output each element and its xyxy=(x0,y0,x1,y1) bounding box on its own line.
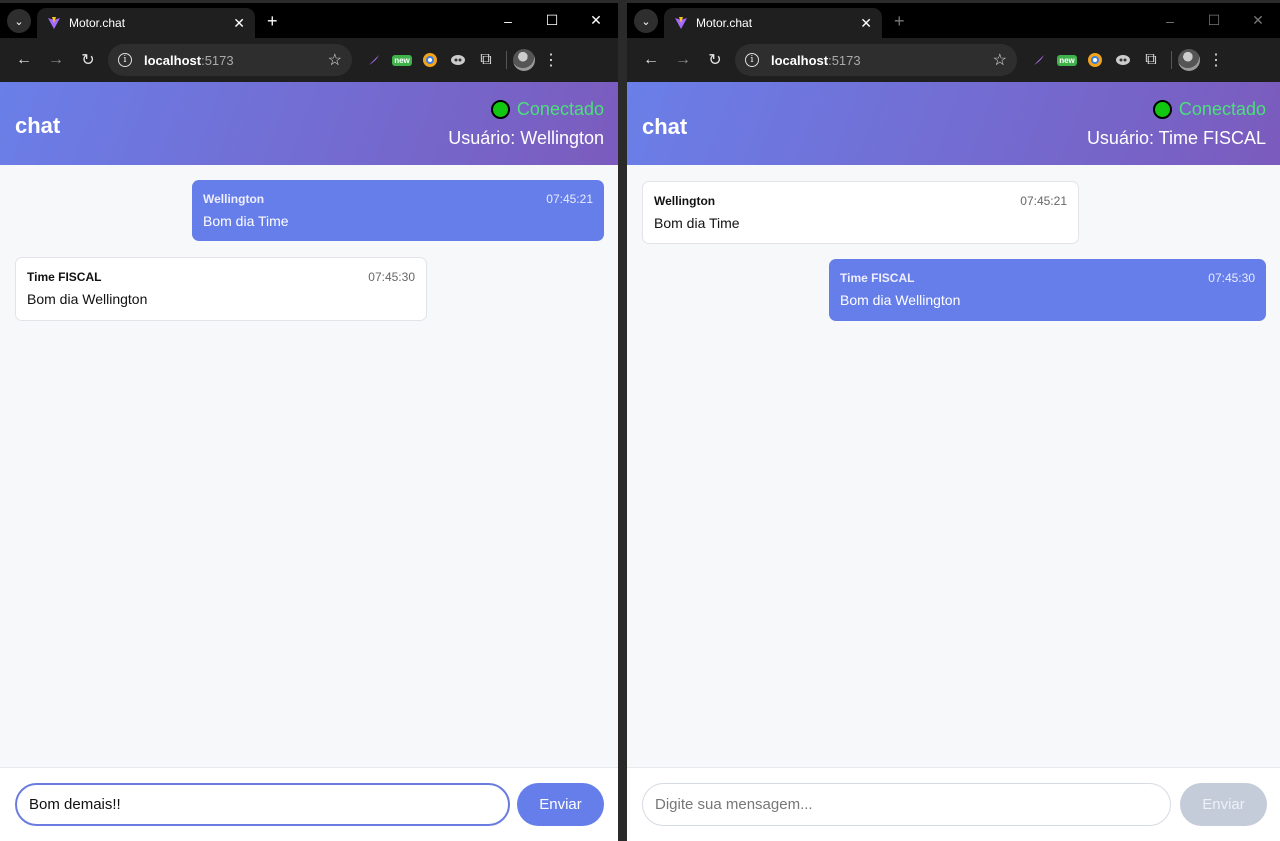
reload-button[interactable]: ↻ xyxy=(72,44,104,76)
tab-motor-chat[interactable]: Motor.chat ✕ xyxy=(37,8,255,38)
status-text: Conectado xyxy=(1178,99,1266,119)
forward-button[interactable]: → xyxy=(667,44,699,76)
message-input[interactable] xyxy=(15,783,510,826)
chat-header: chat Conectado Usuário: Time FISCAL xyxy=(627,82,1280,165)
message-sender: Wellington xyxy=(203,192,265,206)
message-sender: Time FISCAL xyxy=(840,271,915,285)
tab-title: Motor.chat xyxy=(696,16,753,30)
window-controls: – ☐ ✕ xyxy=(1148,3,1280,38)
close-window-button[interactable]: ✕ xyxy=(1236,12,1280,29)
color-extension-icon[interactable] xyxy=(1081,46,1109,74)
send-button-disabled[interactable]: Enviar xyxy=(1180,783,1267,826)
status-dot-icon xyxy=(490,100,510,119)
minimize-button[interactable]: – xyxy=(486,13,530,29)
message-composer: Enviar xyxy=(0,767,618,841)
browser-menu-icon[interactable]: ⋮ xyxy=(1200,44,1232,76)
profile-avatar[interactable] xyxy=(513,49,535,71)
back-button[interactable]: ← xyxy=(8,44,40,76)
tab-strip: ⌄ Motor.chat ✕ + – ☐ ✕ xyxy=(627,3,1280,38)
dev-extension-icon[interactable] xyxy=(1109,46,1137,74)
message-bubble: Time FISCAL 07:45:30 Bom dia Wellington xyxy=(15,257,427,321)
extensions-puzzle-icon[interactable]: ⧉ xyxy=(472,46,500,74)
url-port: :5173 xyxy=(201,52,234,68)
browser-window-left: ⌄ Motor.chat ✕ + – ☐ ✕ ← → ↻ i localhost… xyxy=(0,3,618,841)
message-bubble: Time FISCAL 07:45:30 Bom dia Wellington xyxy=(829,259,1266,321)
tab-strip: ⌄ Motor.chat ✕ + – ☐ ✕ xyxy=(0,3,618,38)
message-time: 07:45:30 xyxy=(368,270,415,284)
new-extension-icon[interactable]: new xyxy=(388,46,416,74)
url-port: :5173 xyxy=(828,52,861,68)
bookmark-star-icon[interactable]: ☆ xyxy=(993,50,1007,70)
dev-extension-icon[interactable] xyxy=(444,46,472,74)
message-bubble: Wellington 07:45:21 Bom dia Time xyxy=(192,180,604,241)
address-bar[interactable]: i localhost :5173 ☆ xyxy=(108,44,352,76)
site-info-icon[interactable]: i xyxy=(118,53,132,67)
bookmark-star-icon[interactable]: ☆ xyxy=(328,50,342,70)
message-composer: Enviar xyxy=(627,767,1280,841)
browser-toolbar: ← → ↻ i localhost :5173 ☆ new ⧉ ⋮ xyxy=(627,38,1280,82)
message-list: Wellington 07:45:21 Bom dia Time Time FIS… xyxy=(0,165,618,768)
message-time: 07:45:30 xyxy=(1208,271,1255,285)
feather-extension-icon[interactable] xyxy=(1025,46,1053,74)
url-host: localhost xyxy=(144,52,202,68)
tab-close-icon[interactable]: ✕ xyxy=(233,15,245,32)
browser-menu-icon[interactable]: ⋮ xyxy=(535,44,567,76)
color-extension-icon[interactable] xyxy=(416,46,444,74)
maximize-button[interactable]: ☐ xyxy=(530,12,574,29)
browser-toolbar: ← → ↻ i localhost :5173 ☆ new ⧉ ⋮ xyxy=(0,38,618,82)
vite-logo-icon xyxy=(675,17,687,29)
chat-title: chat xyxy=(15,113,61,138)
message-text: Bom dia Time xyxy=(654,215,740,231)
address-bar[interactable]: i localhost :5173 ☆ xyxy=(735,44,1017,76)
connection-status: Conectado xyxy=(1152,99,1266,120)
current-user-label: Usuário: Time FISCAL xyxy=(1086,128,1266,148)
connection-status: Conectado xyxy=(490,99,604,120)
message-list: Wellington 07:45:21 Bom dia Time Time FIS… xyxy=(627,165,1280,768)
forward-button[interactable]: → xyxy=(40,44,72,76)
new-tab-button[interactable]: + xyxy=(894,11,905,32)
message-sender: Time FISCAL xyxy=(27,270,102,284)
feather-extension-icon[interactable] xyxy=(360,46,388,74)
tab-title: Motor.chat xyxy=(69,16,126,30)
message-text: Bom dia Wellington xyxy=(840,292,961,308)
send-button[interactable]: Enviar xyxy=(517,783,604,826)
message-input[interactable] xyxy=(642,783,1171,826)
message-bubble: Wellington 07:45:21 Bom dia Time xyxy=(642,181,1079,244)
status-text: Conectado xyxy=(516,99,604,119)
extensions-puzzle-icon[interactable]: ⧉ xyxy=(1137,46,1165,74)
toolbar-separator xyxy=(1171,51,1172,69)
vite-logo-icon xyxy=(48,17,60,29)
tab-motor-chat[interactable]: Motor.chat ✕ xyxy=(664,8,882,38)
minimize-button[interactable]: – xyxy=(1148,13,1192,29)
message-time: 07:45:21 xyxy=(1020,194,1067,208)
message-text: Bom dia Time xyxy=(203,213,289,229)
chat-header: chat Conectado Usuário: Wellington xyxy=(0,82,618,165)
reload-button[interactable]: ↻ xyxy=(699,44,731,76)
message-sender: Wellington xyxy=(654,194,716,208)
maximize-button[interactable]: ☐ xyxy=(1192,12,1236,29)
browser-window-right: ⌄ Motor.chat ✕ + – ☐ ✕ ← → ↻ i localhost… xyxy=(627,3,1280,841)
message-text: Bom dia Wellington xyxy=(27,291,148,307)
tab-search-chevron-icon[interactable]: ⌄ xyxy=(634,9,658,33)
site-info-icon[interactable]: i xyxy=(745,53,759,67)
new-extension-icon[interactable]: new xyxy=(1053,46,1081,74)
profile-avatar[interactable] xyxy=(1178,49,1200,71)
new-tab-button[interactable]: + xyxy=(267,11,278,32)
url-host: localhost xyxy=(771,52,829,68)
current-user-label: Usuário: Wellington xyxy=(448,128,604,148)
tab-search-chevron-icon[interactable]: ⌄ xyxy=(7,9,31,33)
toolbar-separator xyxy=(506,51,507,69)
desktop: ⌄ Motor.chat ✕ + – ☐ ✕ ← → ↻ i localhost… xyxy=(0,0,1280,841)
window-controls: – ☐ ✕ xyxy=(486,3,618,38)
window-gap xyxy=(618,0,627,841)
message-time: 07:45:21 xyxy=(546,192,593,206)
tab-close-icon[interactable]: ✕ xyxy=(860,15,872,32)
back-button[interactable]: ← xyxy=(635,44,667,76)
status-dot-icon xyxy=(1152,100,1172,119)
close-window-button[interactable]: ✕ xyxy=(574,12,618,29)
chat-title: chat xyxy=(642,114,688,139)
